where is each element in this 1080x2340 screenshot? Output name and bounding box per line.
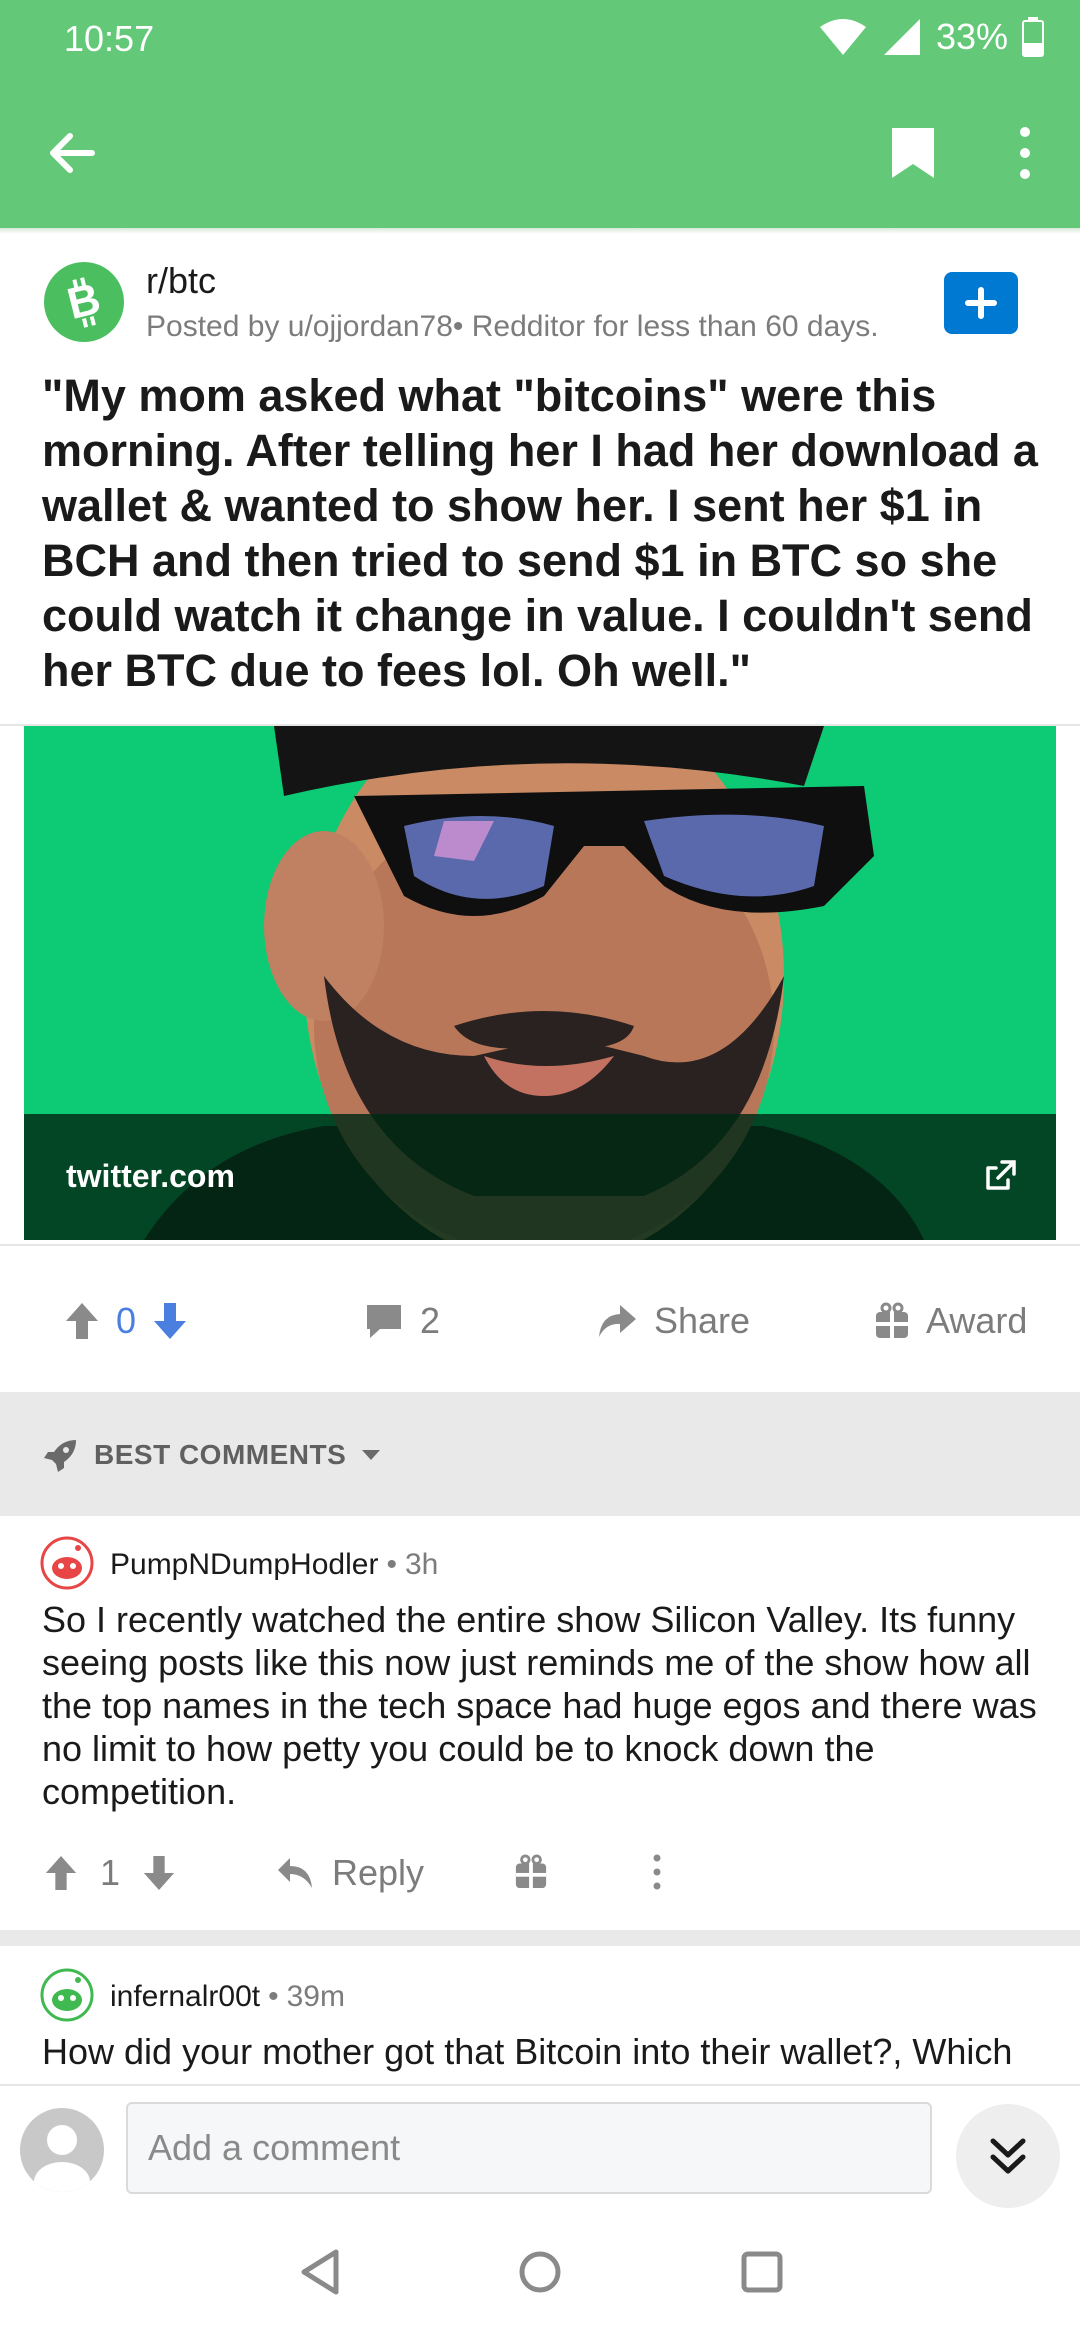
comment-time: 3h [404, 1548, 439, 1581]
comment-header: PumpNDumpHodler • 3h [110, 1548, 438, 1582]
comment-time: 39m [286, 1980, 345, 2013]
comment-vote-group: 1 [44, 1852, 176, 1894]
jump-to-next-button[interactable] [956, 2104, 1060, 2208]
nav-recents-icon[interactable] [740, 2250, 784, 2294]
system-nav-bar [0, 2220, 1080, 2340]
bookmark-icon [892, 128, 934, 178]
join-subreddit-button[interactable] [944, 272, 1018, 334]
upvote-icon[interactable] [44, 1854, 78, 1892]
subreddit-icon[interactable]: B [44, 262, 124, 342]
more-options-button[interactable] [990, 118, 1060, 188]
comment-award-button[interactable] [514, 1854, 548, 1895]
downvote-icon[interactable] [142, 1854, 176, 1892]
bitcoin-cash-icon: B [63, 274, 106, 329]
comment-separator-dot: • [268, 1980, 279, 2013]
snoo-avatar-icon [40, 1968, 94, 2022]
add-comment-input[interactable]: Add a comment [126, 2102, 932, 2194]
more-vertical-icon [1020, 127, 1030, 179]
post-author-line[interactable]: Posted by u/ojjordan78• Redditor for les… [146, 310, 879, 344]
comment-avatar[interactable] [40, 1536, 94, 1595]
vote-group: 0 [64, 1300, 188, 1342]
upvote-icon[interactable] [64, 1301, 100, 1341]
comments-button[interactable]: 2 [364, 1300, 440, 1342]
snoo-avatar-icon [40, 1536, 94, 1590]
rocket-icon [44, 1440, 76, 1472]
comment-sort-selector[interactable]: BEST COMMENTS [42, 1436, 382, 1474]
external-link-icon [982, 1158, 1018, 1194]
comment-separator-dot: • [386, 1548, 397, 1581]
comment-score: 1 [100, 1852, 121, 1893]
reply-arrow-icon [278, 1858, 312, 1888]
comment-avatar[interactable] [40, 1968, 94, 2027]
arrow-left-icon [50, 133, 95, 173]
plus-icon [965, 287, 997, 319]
sort-label: BEST COMMENTS [94, 1439, 347, 1470]
comment-body[interactable]: How did your mother got that Bitcoin int… [42, 2030, 1042, 2084]
reply-label: Reply [332, 1852, 425, 1893]
award-button[interactable]: Award [874, 1300, 1027, 1342]
comment-body[interactable]: So I recently watched the entire show Si… [42, 1598, 1042, 1813]
signal-icon [883, 19, 920, 55]
comment-count: 2 [420, 1300, 441, 1341]
comment-author[interactable]: PumpNDumpHodler [110, 1548, 378, 1582]
subreddit-name[interactable]: r/btc [146, 260, 216, 302]
post-score: 0 [116, 1300, 137, 1341]
comment-more-button[interactable] [640, 1852, 674, 1897]
link-domain[interactable]: twitter.com [66, 1158, 235, 1195]
share-label: Share [654, 1300, 751, 1341]
comment-header: infernalr00t • 39m [110, 1980, 345, 2014]
header-shadow [0, 228, 1080, 234]
comment-bubble-icon [367, 1305, 401, 1338]
default-user-icon [34, 2125, 90, 2192]
nav-back-icon[interactable] [298, 2248, 342, 2296]
status-time: 10:57 [64, 18, 155, 59]
comment-divider [0, 1930, 1080, 1946]
save-post-button[interactable] [878, 118, 948, 188]
nav-home-icon[interactable] [518, 2250, 562, 2294]
post-title[interactable]: "My mom asked what "bitcoins" were this … [42, 368, 1042, 698]
more-vertical-icon [653, 1854, 661, 1890]
caret-down-icon [362, 1450, 381, 1460]
share-arrow-icon [599, 1305, 636, 1337]
comment-reply-button[interactable]: Reply [276, 1852, 424, 1894]
gift-icon [876, 1302, 908, 1338]
share-button[interactable]: Share [596, 1300, 750, 1342]
status-icons: 33% [818, 16, 1044, 58]
award-label: Award [926, 1300, 1028, 1341]
comment-author[interactable]: infernalr00t [110, 1980, 260, 2014]
battery-percent: 33% [935, 16, 1008, 57]
downvote-icon[interactable] [152, 1301, 188, 1341]
wifi-icon [819, 19, 866, 55]
double-chevron-down-icon [990, 2138, 1026, 2174]
back-button[interactable] [40, 118, 110, 188]
battery-icon [1022, 17, 1044, 57]
gift-icon [515, 1854, 547, 1889]
user-avatar[interactable] [20, 2108, 104, 2192]
